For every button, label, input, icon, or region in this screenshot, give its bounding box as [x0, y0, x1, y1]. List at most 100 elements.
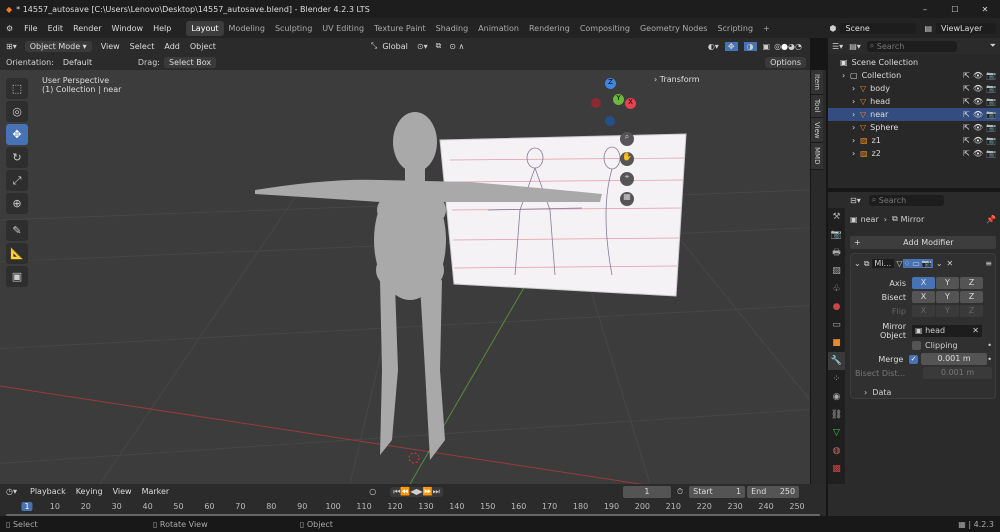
outliner-search[interactable]: ⌕ Search — [866, 40, 957, 52]
expand-icon[interactable]: › — [852, 123, 860, 132]
outliner-item[interactable]: › ▢ Collection ⇱ 👁 📷 — [828, 69, 1000, 82]
expand-icon[interactable]: › — [852, 97, 860, 106]
pivot-icon[interactable]: ⊙▾ — [417, 42, 428, 51]
options-button[interactable]: Options — [765, 56, 806, 68]
tab-uv-editing[interactable]: UV Editing — [317, 21, 369, 36]
camera-icon[interactable]: 📷 — [986, 84, 996, 93]
jump-end-icon[interactable]: ⏭ — [433, 487, 440, 497]
3d-viewport[interactable]: User Perspective (1) Collection | near Z… — [0, 70, 810, 484]
data-subpanel[interactable]: › Data — [854, 388, 992, 397]
visibility-icon[interactable]: ◐▾ — [708, 42, 719, 51]
select-icon[interactable]: ⇱ — [963, 84, 970, 93]
bisect-z-toggle[interactable]: Z — [960, 291, 983, 303]
move-icon[interactable]: ✥ — [6, 124, 28, 145]
camera-icon[interactable]: 📷 — [986, 136, 996, 145]
camera-icon[interactable]: 📷 — [986, 97, 996, 106]
outliner-item[interactable]: › ▨ z2 ⇱ 👁 📷 — [828, 147, 1000, 160]
add-modifier-button[interactable]: + Add Modifier — [850, 236, 996, 249]
view-layer-selector[interactable]: ViewLayer — [936, 22, 996, 34]
timeline-tick[interactable]: 1 — [21, 502, 33, 511]
editor-type-icon[interactable]: ⊞▾ — [6, 42, 17, 51]
menu-file[interactable]: File — [19, 24, 42, 33]
world-tab-icon[interactable]: ● — [828, 298, 845, 316]
maximize-button[interactable]: ☐ — [940, 5, 970, 14]
delete-modifier-icon[interactable]: ✕ — [947, 259, 954, 268]
sidebar-tab-item[interactable]: Item — [811, 70, 823, 95]
shading-wireframe-icon[interactable]: ◎ — [774, 42, 781, 51]
timeline-editor-icon[interactable]: ◷▾ — [6, 487, 17, 496]
pan-icon[interactable]: ✋ — [620, 152, 634, 166]
annotate-icon[interactable]: ✎ — [6, 220, 28, 241]
modifier-menu-icon[interactable]: ⌄ — [936, 259, 943, 268]
camera-icon[interactable]: 📷 — [986, 110, 996, 119]
merge-checkbox[interactable]: ✓ — [909, 354, 918, 364]
sidebar-tab-view[interactable]: View — [811, 117, 823, 144]
overlay-toggle-icon[interactable]: ◑ — [743, 41, 757, 51]
eye-icon[interactable]: 👁 — [973, 123, 983, 132]
gizmo-x[interactable]: X — [625, 98, 636, 109]
tab-sculpting[interactable]: Sculpting — [270, 21, 317, 36]
timeline-tick[interactable]: 200 — [635, 502, 650, 511]
jump-start-icon[interactable]: ⏮ — [393, 487, 400, 497]
tab-scripting[interactable]: Scripting — [712, 21, 758, 36]
timeline-tick[interactable]: 110 — [356, 502, 371, 511]
current-frame-field[interactable]: 1 — [622, 485, 671, 498]
camera-view-icon[interactable]: ⌖ — [620, 172, 634, 186]
outliner-search-input[interactable]: Search — [877, 42, 904, 51]
timeline-tick[interactable]: 80 — [266, 502, 276, 511]
properties-search-input[interactable]: Search — [879, 196, 906, 205]
zoom-icon[interactable]: ⌕ — [620, 132, 634, 146]
transform-orientation-selector[interactable]: Global — [377, 42, 413, 51]
timeline-menu-playback[interactable]: Playback — [25, 487, 71, 496]
viewport-menu-add[interactable]: Add — [159, 42, 185, 51]
tab-rendering[interactable]: Rendering — [524, 21, 575, 36]
timeline-tick[interactable]: 160 — [511, 502, 526, 511]
object-tab-icon[interactable]: ■ — [828, 334, 845, 352]
ortho-toggle-icon[interactable]: ▦ — [620, 192, 634, 206]
view-layer-tab-icon[interactable]: ▨ — [828, 262, 845, 280]
modifier-name-field[interactable]: Mi... — [872, 259, 895, 268]
eye-icon[interactable]: 👁 — [973, 110, 983, 119]
menu-window[interactable]: Window — [107, 24, 149, 33]
orientation-selector[interactable]: Default — [58, 58, 138, 67]
constraints-tab-icon[interactable]: ⛓ — [828, 406, 845, 424]
tab-layout[interactable]: Layout — [186, 20, 224, 36]
end-frame-field[interactable]: End 250 — [747, 485, 800, 498]
add-workspace-button[interactable]: + — [758, 21, 775, 36]
timeline[interactable]: ◷▾ Playback Keying View Marker ○ ⏮ ⏪ ◀ ▶ ⏩ ⏭ … — [0, 484, 826, 516]
texture-tab-icon[interactable]: ▩ — [828, 460, 845, 478]
expand-icon[interactable]: › — [842, 71, 850, 80]
cursor-icon[interactable]: ◎ — [6, 101, 28, 122]
tab-shading[interactable]: Shading — [431, 21, 474, 36]
flip-x-toggle[interactable]: X — [912, 305, 935, 317]
flip-y-toggle[interactable]: Y — [936, 305, 959, 317]
expand-icon[interactable]: › — [852, 136, 860, 145]
mode-selector[interactable]: Object Mode ▾ — [24, 40, 92, 52]
expand-icon[interactable]: › — [852, 149, 860, 158]
outliner-item[interactable]: › ▽ near ⇱ 👁 📷 — [828, 108, 1000, 121]
viewport-menu-object[interactable]: Object — [185, 42, 221, 51]
properties-search[interactable]: ⌕ Search — [868, 194, 944, 206]
axis-z-toggle[interactable]: Z — [960, 277, 983, 289]
measure-icon[interactable]: 📐 — [6, 243, 28, 264]
scene-selector[interactable]: Scene — [840, 22, 917, 34]
timeline-tick[interactable]: 120 — [387, 502, 402, 511]
tab-modeling[interactable]: Modeling — [224, 21, 270, 36]
particles-tab-icon[interactable]: ⁘ — [828, 370, 845, 388]
tool-tab-icon[interactable]: ⚒ — [828, 208, 845, 226]
physics-tab-icon[interactable]: ◉ — [828, 388, 845, 406]
outliner-item[interactable]: › ▽ head ⇱ 👁 📷 — [828, 95, 1000, 108]
merge-distance-field[interactable]: 0.001 m — [920, 353, 988, 365]
bisect-x-toggle[interactable]: X — [912, 291, 935, 303]
eye-icon[interactable]: 👁 — [973, 136, 983, 145]
data-tab-icon[interactable]: ▽ — [828, 424, 845, 442]
timeline-menu-keying[interactable]: Keying — [71, 487, 108, 496]
shading-rendered-icon[interactable]: ◔ — [795, 42, 802, 51]
render-tab-icon[interactable]: 📷 — [828, 226, 845, 244]
transform-icon[interactable]: ⊕ — [6, 193, 28, 214]
viewport-menu-select[interactable]: Select — [125, 42, 160, 51]
expand-icon[interactable]: › — [852, 84, 860, 93]
tab-texture-paint[interactable]: Texture Paint — [369, 21, 431, 36]
timeline-tick[interactable]: 130 — [418, 502, 433, 511]
select-icon[interactable]: ⇱ — [963, 71, 970, 80]
